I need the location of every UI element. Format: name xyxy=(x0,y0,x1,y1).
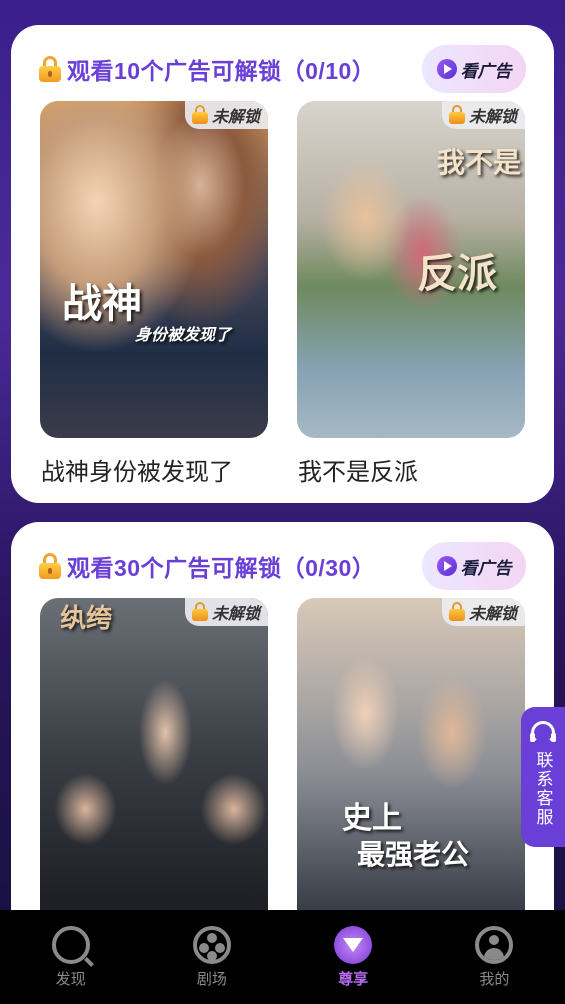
unlock-section-2: 观看30个广告可解锁（0/30） 看广告 纨绔 未解锁 史上 最强老公 未解锁 xyxy=(11,522,554,910)
tab-label: 尊享 xyxy=(338,970,369,988)
lock-icon xyxy=(191,105,209,125)
locked-badge-label: 未解锁 xyxy=(468,604,517,623)
content-scroll[interactable]: 观看10个广告可解锁（0/10） 看广告 战神 身份被发现了 未解锁 战神身份被… xyxy=(0,0,565,910)
drama-title[interactable]: 我不是反派 xyxy=(298,452,418,487)
lock-icon xyxy=(39,56,61,82)
tab-label: 我的 xyxy=(479,970,510,988)
locked-badge: 未解锁 xyxy=(441,598,525,626)
poster-image xyxy=(40,101,268,438)
play-icon xyxy=(436,556,457,576)
locked-badge: 未解锁 xyxy=(184,598,268,626)
locked-badge-label: 未解锁 xyxy=(468,107,517,126)
headset-icon xyxy=(530,721,556,745)
lock-icon xyxy=(448,105,466,125)
drama-title[interactable]: 战神身份被发现了 xyxy=(41,452,233,487)
lock-icon xyxy=(448,602,466,622)
drama-poster-3[interactable]: 纨绔 未解锁 xyxy=(40,598,268,910)
watch-ad-button[interactable]: 看广告 xyxy=(422,542,526,590)
bottom-tabbar: 发现 剧场 尊享 我的 xyxy=(0,910,565,1004)
unlock-section-1: 观看10个广告可解锁（0/10） 看广告 战神 身份被发现了 未解锁 战神身份被… xyxy=(11,25,554,503)
contact-service-label: 联系客服 xyxy=(532,751,553,827)
poster-subtitle-text: 身份被发现了 xyxy=(135,325,232,344)
poster-subtitle-text: 我不是 xyxy=(437,146,522,179)
user-icon xyxy=(475,926,514,964)
section-title: 观看10个广告可解锁（0/10） xyxy=(67,58,376,84)
watch-ad-button[interactable]: 看广告 xyxy=(422,45,526,93)
tab-theater[interactable]: 剧场 xyxy=(141,910,282,1004)
poster-image xyxy=(40,598,268,910)
section-header: 观看10个广告可解锁（0/10） 看广告 xyxy=(39,45,526,93)
section-header: 观看30个广告可解锁（0/30） 看广告 xyxy=(39,542,526,590)
poster-title-text: 史上 xyxy=(342,801,402,836)
tab-label: 剧场 xyxy=(196,970,227,988)
locked-badge-label: 未解锁 xyxy=(211,107,260,126)
poster-title-text: 战神 xyxy=(62,281,142,327)
film-reel-icon xyxy=(192,926,231,964)
lock-icon xyxy=(191,602,209,622)
tab-discover[interactable]: 发现 xyxy=(0,910,141,1004)
poster-title-text: 反派 xyxy=(417,251,497,297)
watch-ad-label: 看广告 xyxy=(460,558,512,579)
section-title: 观看30个广告可解锁（0/30） xyxy=(67,555,376,581)
watch-ad-label: 看广告 xyxy=(460,61,512,82)
tab-label: 发现 xyxy=(55,970,86,988)
poster-subtitle-text: 纨绔 xyxy=(60,604,113,634)
drama-poster-4[interactable]: 史上 最强老公 未解锁 xyxy=(297,598,525,910)
lock-icon xyxy=(39,553,61,579)
contact-service-button[interactable]: 联系客服 xyxy=(521,707,565,847)
locked-badge-label: 未解锁 xyxy=(211,604,260,623)
tab-mine[interactable]: 我的 xyxy=(424,910,565,1004)
diamond-icon xyxy=(334,926,373,964)
locked-badge: 未解锁 xyxy=(441,101,525,129)
drama-poster-2[interactable]: 反派 我不是 未解锁 xyxy=(297,101,525,438)
search-icon xyxy=(51,926,90,964)
tab-premium[interactable]: 尊享 xyxy=(283,910,424,1004)
drama-poster-1[interactable]: 战神 身份被发现了 未解锁 xyxy=(40,101,268,438)
poster-subtitle-text: 最强老公 xyxy=(357,838,470,871)
locked-badge: 未解锁 xyxy=(184,101,268,129)
play-icon xyxy=(436,59,457,79)
